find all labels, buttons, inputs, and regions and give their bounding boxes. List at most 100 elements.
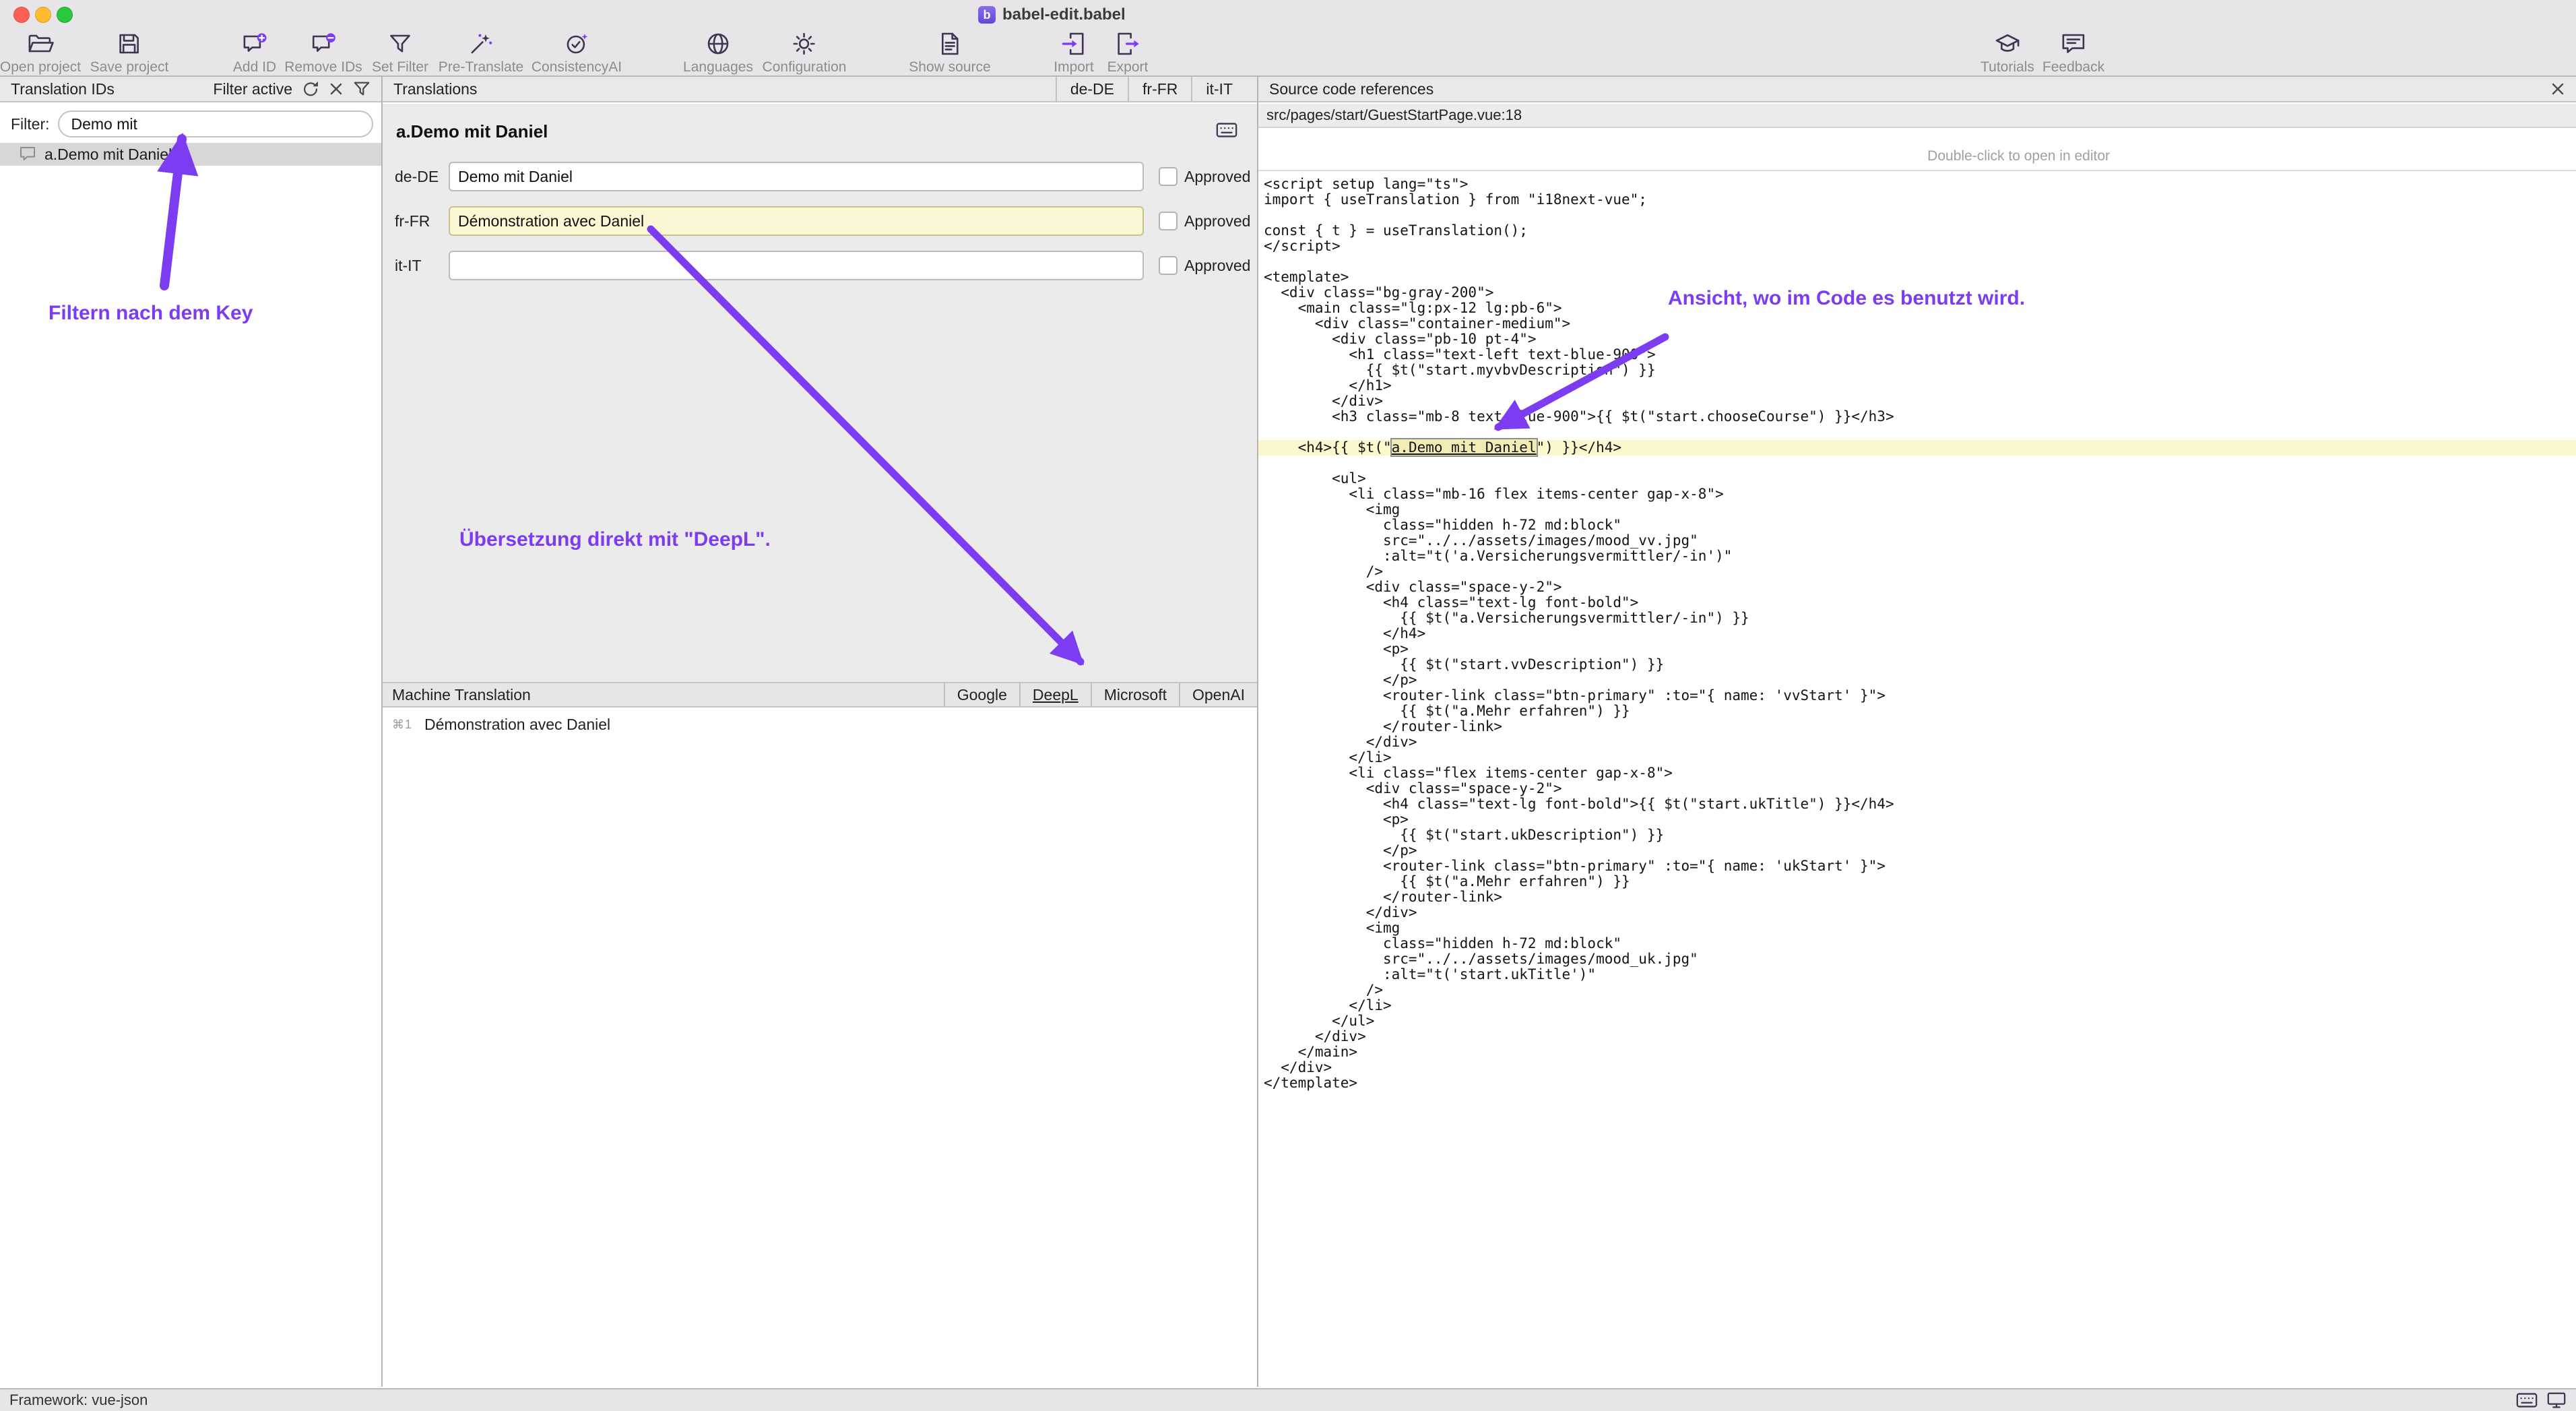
source-file-path: src/pages/start/GuestStartPage.vue:18 [1266,106,1522,124]
hint-row: Double-click to open in editor [1258,128,2576,171]
suggestion-text: Démonstration avec Daniel [424,716,610,734]
close-button[interactable] [13,7,30,23]
toolbar-label: Languages [683,59,753,75]
configuration-button[interactable]: Configuration [763,30,847,75]
display-icon[interactable] [2546,1391,2567,1410]
provider-deepl[interactable]: DeepL [1019,683,1091,706]
provider-openai[interactable]: OpenAI [1179,683,1257,706]
machine-translation-result[interactable]: ⌘1Démonstration avec Daniel [383,708,1257,734]
approved-label: Approved [1184,168,1250,186]
toolbar-label: Set Filter [372,59,428,75]
code-line: <ul> [1258,471,2576,487]
approved-checkbox-fr-FR[interactable]: Approved [1159,212,1250,230]
filter-icon[interactable] [353,80,371,98]
code-line: <div class="space-y-2"> [1258,781,2576,796]
source-references-header: Source code references [1258,77,2576,102]
language-label: it-IT [395,257,449,275]
language-tab-fr-FR[interactable]: fr-FR [1128,77,1191,101]
filter-input[interactable] [58,111,374,137]
code-line: <li class="flex items-center gap-x-8"> [1258,765,2576,781]
zoom-button[interactable] [57,7,73,23]
source-references-title: Source code references [1269,80,1434,98]
code-line: <h3 class="mb-8 text-blue-900">{{ $t("st… [1258,409,2576,425]
add-id-button[interactable]: Add ID [233,30,276,75]
panel-divider[interactable] [1257,77,1258,1387]
keyboard-icon[interactable] [2515,1390,2538,1410]
machine-translation-header: Machine Translation GoogleDeepLMicrosoft… [383,682,1257,708]
panel-divider[interactable] [381,77,383,1387]
provider-google[interactable]: Google [944,683,1019,706]
code-line: </h4> [1258,626,2576,641]
code-line [1258,208,2576,223]
code-line: /> [1258,564,2576,579]
source-file-reference[interactable]: src/pages/start/GuestStartPage.vue:18 [1258,104,2576,128]
minimize-button[interactable] [35,7,51,23]
toolbar: Open project Save project Add ID Remove IDs… [0,27,2576,75]
app-icon: b [978,6,996,24]
pre-translate-icon [468,30,494,58]
code-line: <img [1258,920,2576,936]
annotation-source-note: Ansicht, wo im Code es benutzt wird. [1668,287,2025,310]
code-line: :alt="t('start.ukTitle')" [1258,967,2576,982]
code-line: :alt="t('a.Versicherungsvermittler/-in')… [1258,548,2576,564]
code-line: </p> [1258,672,2576,688]
export-button[interactable]: Export [1107,30,1149,75]
translation-id-item[interactable]: a.Demo mit Daniel [0,143,381,166]
approved-checkbox-de-DE[interactable]: Approved [1159,167,1250,186]
clear-filter-icon[interactable] [329,82,344,96]
language-label: fr-FR [395,212,449,230]
code-line: </div> [1258,1029,2576,1044]
translation-input-de-DE[interactable] [449,162,1144,191]
language-tab-de-DE[interactable]: de-DE [1056,77,1128,101]
code-line: <p> [1258,641,2576,657]
code-line: </li> [1258,998,2576,1013]
save-project-button[interactable]: Save project [90,30,169,75]
code-line: <template> [1258,270,2576,285]
translation-editor-area: a.Demo mit Daniel de-DEApproved fr-FR Appr… [383,104,1257,682]
keyboard-icon[interactable] [1215,120,1238,146]
approved-checkbox-it-IT[interactable]: Approved [1159,256,1250,275]
translation-key-title: a.Demo mit Daniel [396,121,548,142]
toolbar-label: Tutorials [1981,59,2034,75]
remove-ids-icon [310,30,337,58]
translations-panel: a.Demo mit Daniel de-DEApproved fr-FR Appr… [383,104,1257,1387]
code-line: </template> [1258,1075,2576,1091]
import-button[interactable]: Import [1054,30,1094,75]
code-line [1258,254,2576,270]
code-line: </ul> [1258,1013,2576,1029]
code-line: {{ $t("a.Mehr erfahren") }} [1258,703,2576,719]
tutorials-button[interactable]: Tutorials [1981,30,2034,75]
highlighted-translation-key[interactable]: a.Demo mit Daniel [1392,439,1537,456]
code-line: <router-link class="btn-primary" :to="{ … [1258,858,2576,874]
toolbar-label: Remove IDs [284,59,362,75]
pre-translate-button[interactable]: Pre-Translate [439,30,523,75]
feedback-icon [2060,30,2087,58]
toolbar-label: Save project [90,59,169,75]
refresh-icon[interactable] [302,80,319,98]
show-source-button[interactable]: Show source [909,30,990,75]
remove-ids-button[interactable]: Remove IDs [284,30,362,75]
language-tab-it-IT[interactable]: it-IT [1191,77,1246,101]
feedback-button[interactable]: Feedback [2042,30,2104,75]
annotation-deepl-note: Übersetzung direkt mit "DeepL". [459,528,771,551]
set-filter-button[interactable]: Set Filter [372,30,428,75]
filter-active-label: Filter active [213,80,292,98]
code-line [1258,456,2576,471]
consistency-ai-button[interactable]: ConsistencyAI [532,30,622,75]
translation-ids-panel: Filter: a.Demo mit Daniel [0,104,381,1387]
code-line: src="../../assets/images/mood_vv.jpg" [1258,533,2576,548]
code-line: </div> [1258,905,2576,920]
code-line: </div> [1258,734,2576,750]
code-line: <h1 class="text-left text-blue-900"> [1258,347,2576,363]
translation-input-it-IT[interactable] [449,251,1144,280]
speech-bubble-icon [19,146,36,163]
open-in-editor-hint: Double-click to open in editor [1927,148,2110,164]
window-title: babel-edit.babel [1002,5,1126,24]
translation-row-de-DE: de-DEApproved [383,162,1257,191]
provider-microsoft[interactable]: Microsoft [1091,683,1179,706]
close-icon[interactable] [2550,82,2565,96]
set-filter-icon [387,30,414,58]
open-project-button[interactable]: Open project [0,30,81,75]
translation-input-fr-FR[interactable] [449,206,1144,236]
languages-button[interactable]: Languages [683,30,753,75]
